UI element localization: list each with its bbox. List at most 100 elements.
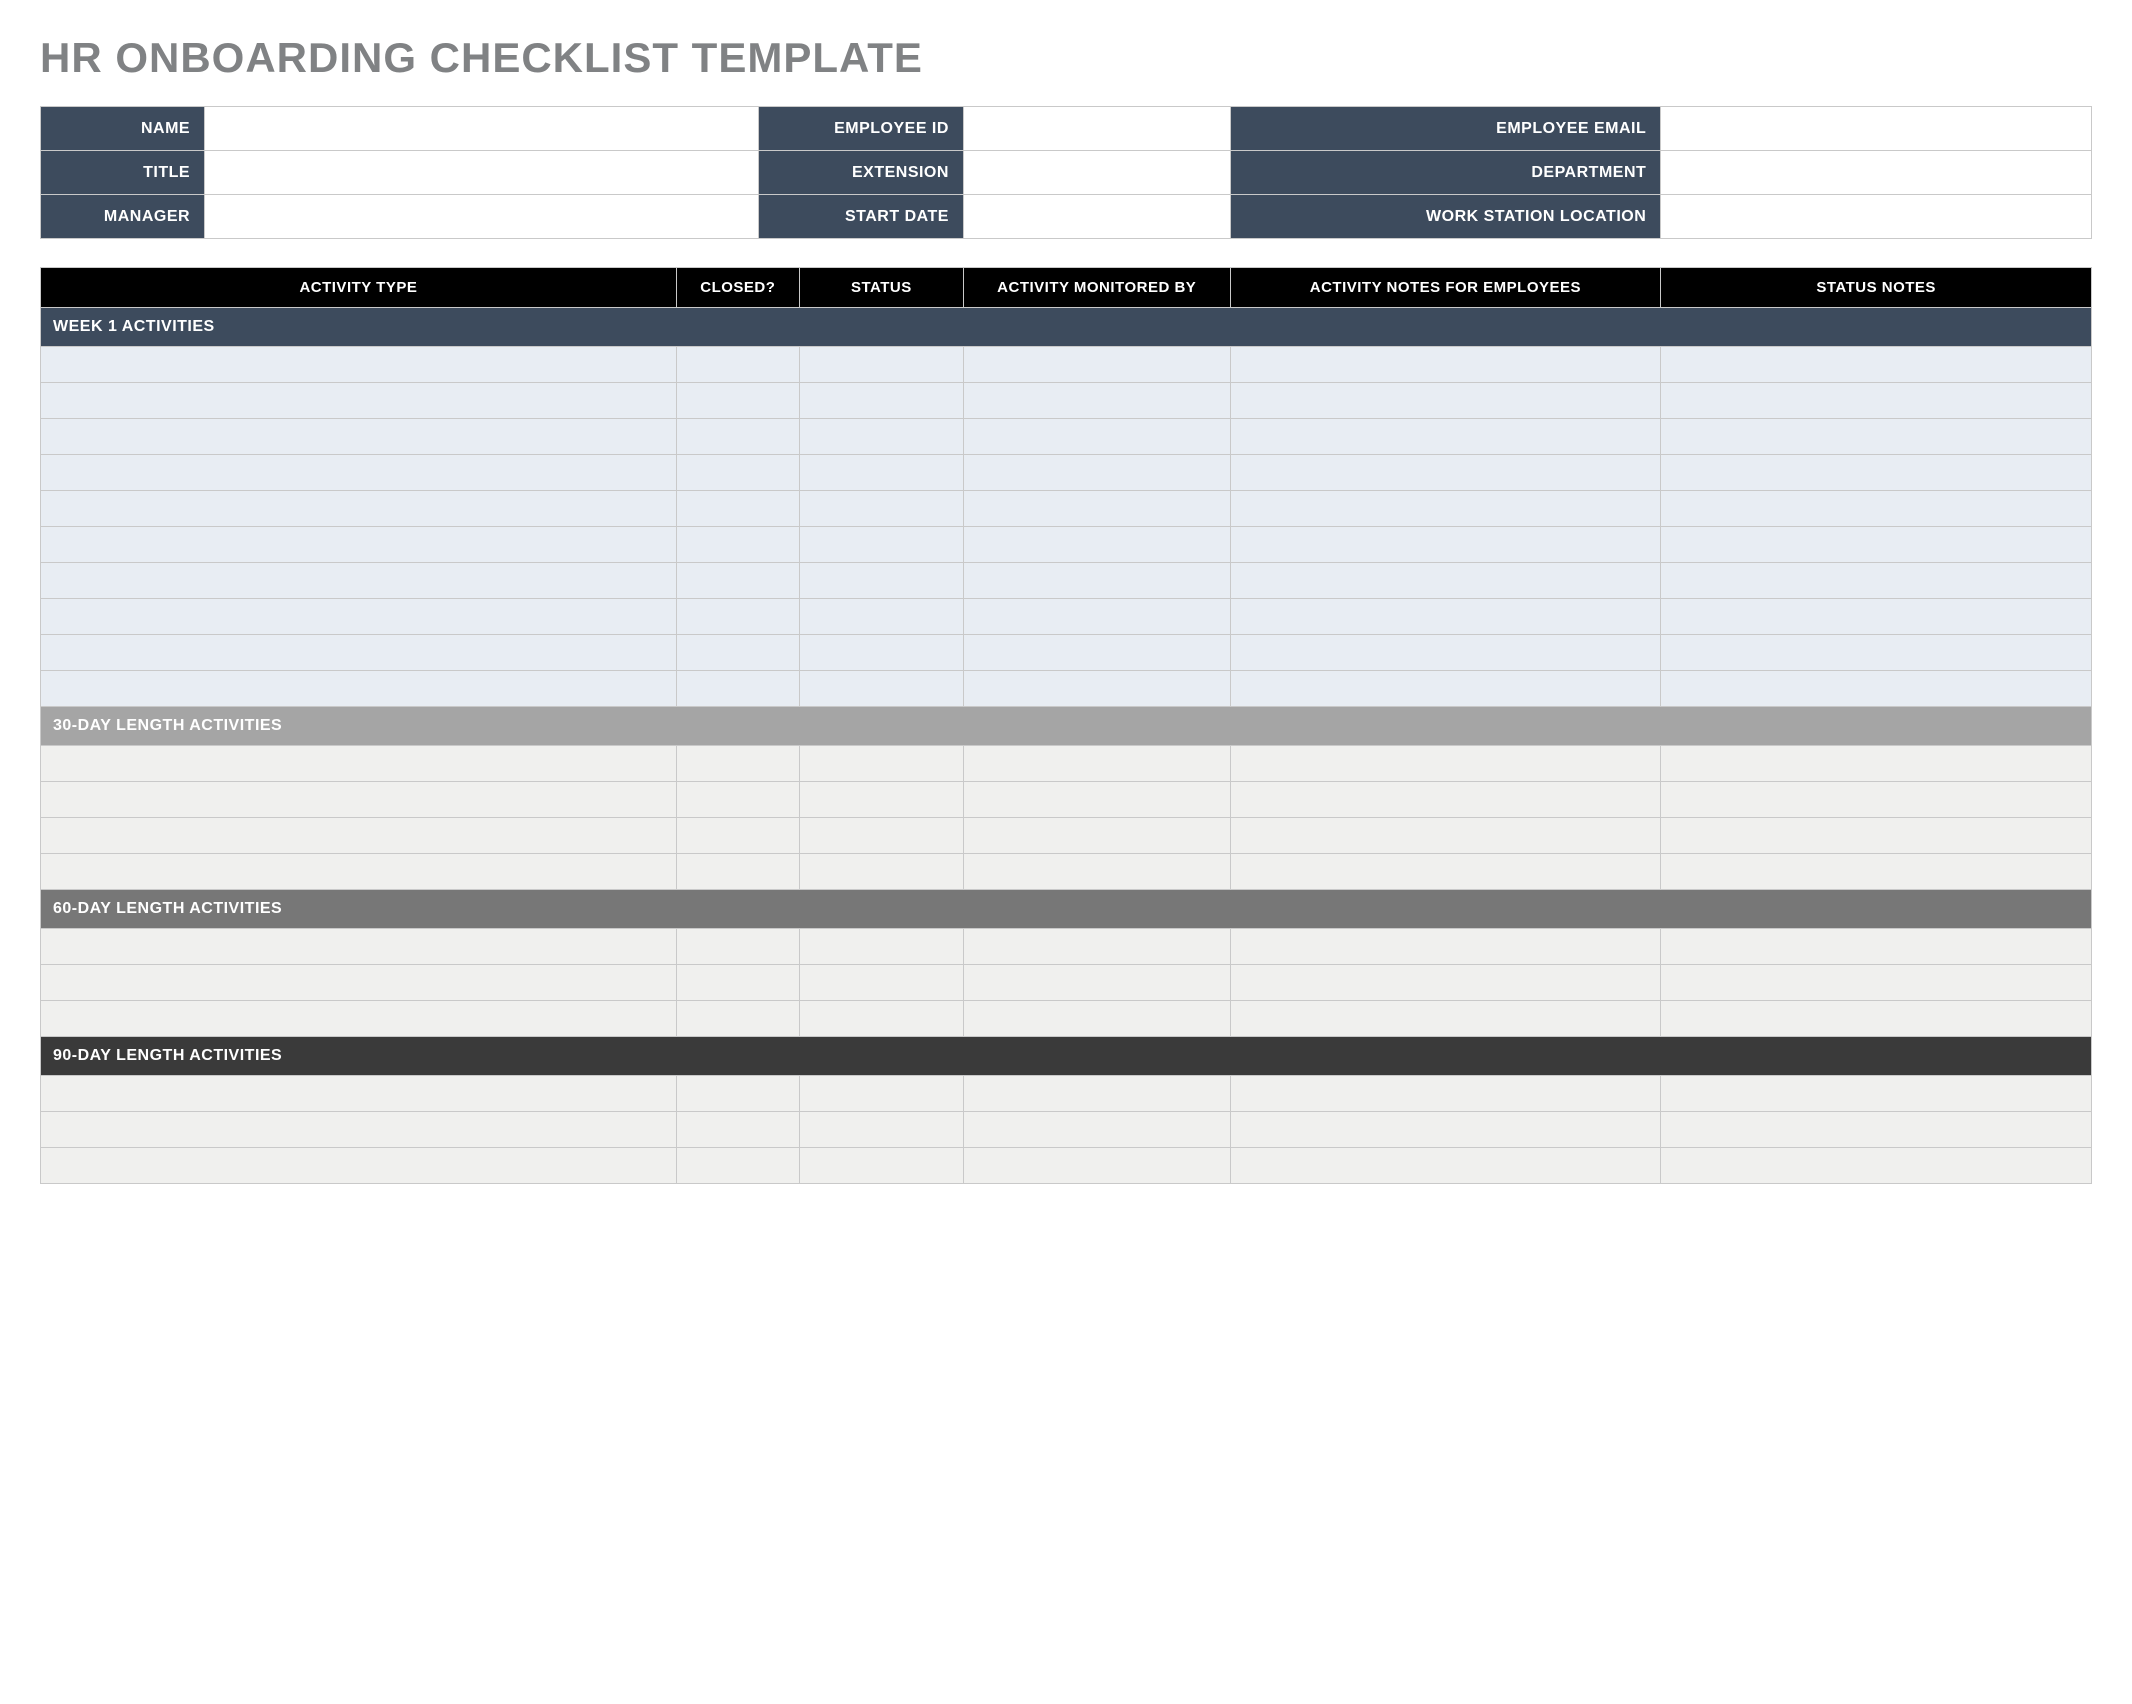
cell-status[interactable] xyxy=(799,383,963,419)
cell-closed[interactable] xyxy=(676,635,799,671)
cell-closed[interactable] xyxy=(676,671,799,707)
cell-notes[interactable] xyxy=(1230,1112,1661,1148)
cell-status-notes[interactable] xyxy=(1661,746,2092,782)
info-value[interactable] xyxy=(1661,195,2092,239)
cell-notes[interactable] xyxy=(1230,746,1661,782)
info-value[interactable] xyxy=(1661,151,2092,195)
cell-status-notes[interactable] xyxy=(1661,854,2092,890)
cell-activity-type[interactable] xyxy=(41,818,677,854)
cell-monitored-by[interactable] xyxy=(963,818,1230,854)
cell-closed[interactable] xyxy=(676,419,799,455)
cell-status[interactable] xyxy=(799,1148,963,1184)
cell-activity-type[interactable] xyxy=(41,563,677,599)
cell-activity-type[interactable] xyxy=(41,599,677,635)
cell-notes[interactable] xyxy=(1230,818,1661,854)
info-value[interactable] xyxy=(963,195,1230,239)
cell-closed[interactable] xyxy=(676,1076,799,1112)
cell-status[interactable] xyxy=(799,1112,963,1148)
cell-notes[interactable] xyxy=(1230,383,1661,419)
cell-monitored-by[interactable] xyxy=(963,419,1230,455)
cell-closed[interactable] xyxy=(676,746,799,782)
cell-status-notes[interactable] xyxy=(1661,347,2092,383)
cell-notes[interactable] xyxy=(1230,527,1661,563)
cell-activity-type[interactable] xyxy=(41,635,677,671)
cell-activity-type[interactable] xyxy=(41,491,677,527)
cell-status-notes[interactable] xyxy=(1661,455,2092,491)
cell-activity-type[interactable] xyxy=(41,671,677,707)
cell-status-notes[interactable] xyxy=(1661,1001,2092,1037)
cell-status-notes[interactable] xyxy=(1661,563,2092,599)
cell-monitored-by[interactable] xyxy=(963,455,1230,491)
cell-closed[interactable] xyxy=(676,347,799,383)
cell-activity-type[interactable] xyxy=(41,347,677,383)
cell-closed[interactable] xyxy=(676,965,799,1001)
cell-status[interactable] xyxy=(799,929,963,965)
cell-closed[interactable] xyxy=(676,1112,799,1148)
cell-status-notes[interactable] xyxy=(1661,671,2092,707)
cell-activity-type[interactable] xyxy=(41,527,677,563)
cell-closed[interactable] xyxy=(676,929,799,965)
cell-notes[interactable] xyxy=(1230,599,1661,635)
cell-status-notes[interactable] xyxy=(1661,599,2092,635)
cell-closed[interactable] xyxy=(676,782,799,818)
cell-activity-type[interactable] xyxy=(41,1112,677,1148)
cell-notes[interactable] xyxy=(1230,419,1661,455)
cell-monitored-by[interactable] xyxy=(963,599,1230,635)
info-value[interactable] xyxy=(963,151,1230,195)
cell-activity-type[interactable] xyxy=(41,419,677,455)
info-value[interactable] xyxy=(963,107,1230,151)
info-value[interactable] xyxy=(205,107,759,151)
cell-monitored-by[interactable] xyxy=(963,929,1230,965)
cell-notes[interactable] xyxy=(1230,929,1661,965)
cell-status[interactable] xyxy=(799,965,963,1001)
cell-closed[interactable] xyxy=(676,383,799,419)
cell-status[interactable] xyxy=(799,671,963,707)
cell-status-notes[interactable] xyxy=(1661,527,2092,563)
cell-closed[interactable] xyxy=(676,527,799,563)
cell-status[interactable] xyxy=(799,563,963,599)
cell-status[interactable] xyxy=(799,419,963,455)
cell-status[interactable] xyxy=(799,527,963,563)
cell-activity-type[interactable] xyxy=(41,383,677,419)
cell-closed[interactable] xyxy=(676,455,799,491)
cell-monitored-by[interactable] xyxy=(963,383,1230,419)
cell-notes[interactable] xyxy=(1230,635,1661,671)
cell-notes[interactable] xyxy=(1230,347,1661,383)
cell-monitored-by[interactable] xyxy=(963,1112,1230,1148)
cell-activity-type[interactable] xyxy=(41,782,677,818)
cell-monitored-by[interactable] xyxy=(963,1076,1230,1112)
cell-status-notes[interactable] xyxy=(1661,782,2092,818)
cell-monitored-by[interactable] xyxy=(963,965,1230,1001)
cell-activity-type[interactable] xyxy=(41,746,677,782)
cell-closed[interactable] xyxy=(676,491,799,527)
cell-status[interactable] xyxy=(799,599,963,635)
cell-monitored-by[interactable] xyxy=(963,671,1230,707)
cell-activity-type[interactable] xyxy=(41,1001,677,1037)
cell-notes[interactable] xyxy=(1230,1001,1661,1037)
cell-monitored-by[interactable] xyxy=(963,635,1230,671)
cell-status[interactable] xyxy=(799,347,963,383)
info-value[interactable] xyxy=(205,151,759,195)
cell-status-notes[interactable] xyxy=(1661,635,2092,671)
cell-notes[interactable] xyxy=(1230,965,1661,1001)
cell-notes[interactable] xyxy=(1230,1148,1661,1184)
cell-monitored-by[interactable] xyxy=(963,347,1230,383)
cell-notes[interactable] xyxy=(1230,491,1661,527)
cell-monitored-by[interactable] xyxy=(963,746,1230,782)
cell-monitored-by[interactable] xyxy=(963,563,1230,599)
cell-closed[interactable] xyxy=(676,1001,799,1037)
cell-status[interactable] xyxy=(799,818,963,854)
cell-monitored-by[interactable] xyxy=(963,1001,1230,1037)
cell-status[interactable] xyxy=(799,746,963,782)
cell-notes[interactable] xyxy=(1230,455,1661,491)
cell-monitored-by[interactable] xyxy=(963,527,1230,563)
cell-status[interactable] xyxy=(799,782,963,818)
cell-status-notes[interactable] xyxy=(1661,491,2092,527)
cell-status[interactable] xyxy=(799,455,963,491)
cell-activity-type[interactable] xyxy=(41,854,677,890)
cell-closed[interactable] xyxy=(676,854,799,890)
cell-activity-type[interactable] xyxy=(41,1076,677,1112)
cell-closed[interactable] xyxy=(676,599,799,635)
cell-notes[interactable] xyxy=(1230,1076,1661,1112)
cell-activity-type[interactable] xyxy=(41,929,677,965)
